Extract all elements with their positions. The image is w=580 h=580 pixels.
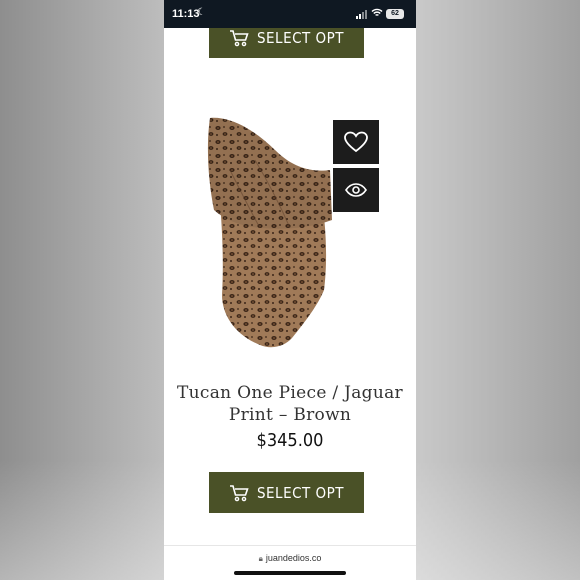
heart-icon <box>344 131 368 153</box>
status-bar: 11:13 ☾ 62 <box>164 0 416 28</box>
product-title-line-2: Print – Brown <box>228 405 352 425</box>
cart-icon <box>229 29 249 46</box>
url-text: juandedios.co <box>265 553 322 563</box>
wifi-icon <box>371 8 383 16</box>
phone-screen: SELECT OPT 11:13 ☾ 62 Tucan One Piece / … <box>164 0 416 580</box>
select-options-label: SELECT OPT <box>256 483 345 502</box>
wishlist-button[interactable] <box>333 120 379 164</box>
moon-icon: ☾ <box>197 7 206 18</box>
eye-icon <box>345 183 367 197</box>
battery-level: 62 <box>391 10 399 17</box>
select-options-label-top: SELECT OPT <box>256 28 345 47</box>
product-price: $345.00 <box>256 430 324 451</box>
home-indicator[interactable] <box>234 571 346 575</box>
background-left <box>0 0 164 580</box>
cart-icon <box>229 484 249 501</box>
background-right <box>416 0 580 580</box>
signal-icon <box>356 10 369 19</box>
lock-icon: 🔒︎ <box>258 554 263 563</box>
divider <box>164 545 416 546</box>
product-title[interactable]: Tucan One Piece / Jaguar Print – Brown <box>164 382 416 426</box>
product-image[interactable] <box>200 110 350 355</box>
battery-icon: 62 <box>386 9 404 19</box>
select-options-button[interactable]: SELECT OPT <box>209 472 364 513</box>
url-bar[interactable]: 🔒︎ juandedios.co <box>164 553 416 564</box>
status-time: 11:13 <box>172 8 200 20</box>
product-title-line-1: Tucan One Piece / Jaguar <box>177 383 403 403</box>
quick-view-button[interactable] <box>333 168 379 212</box>
